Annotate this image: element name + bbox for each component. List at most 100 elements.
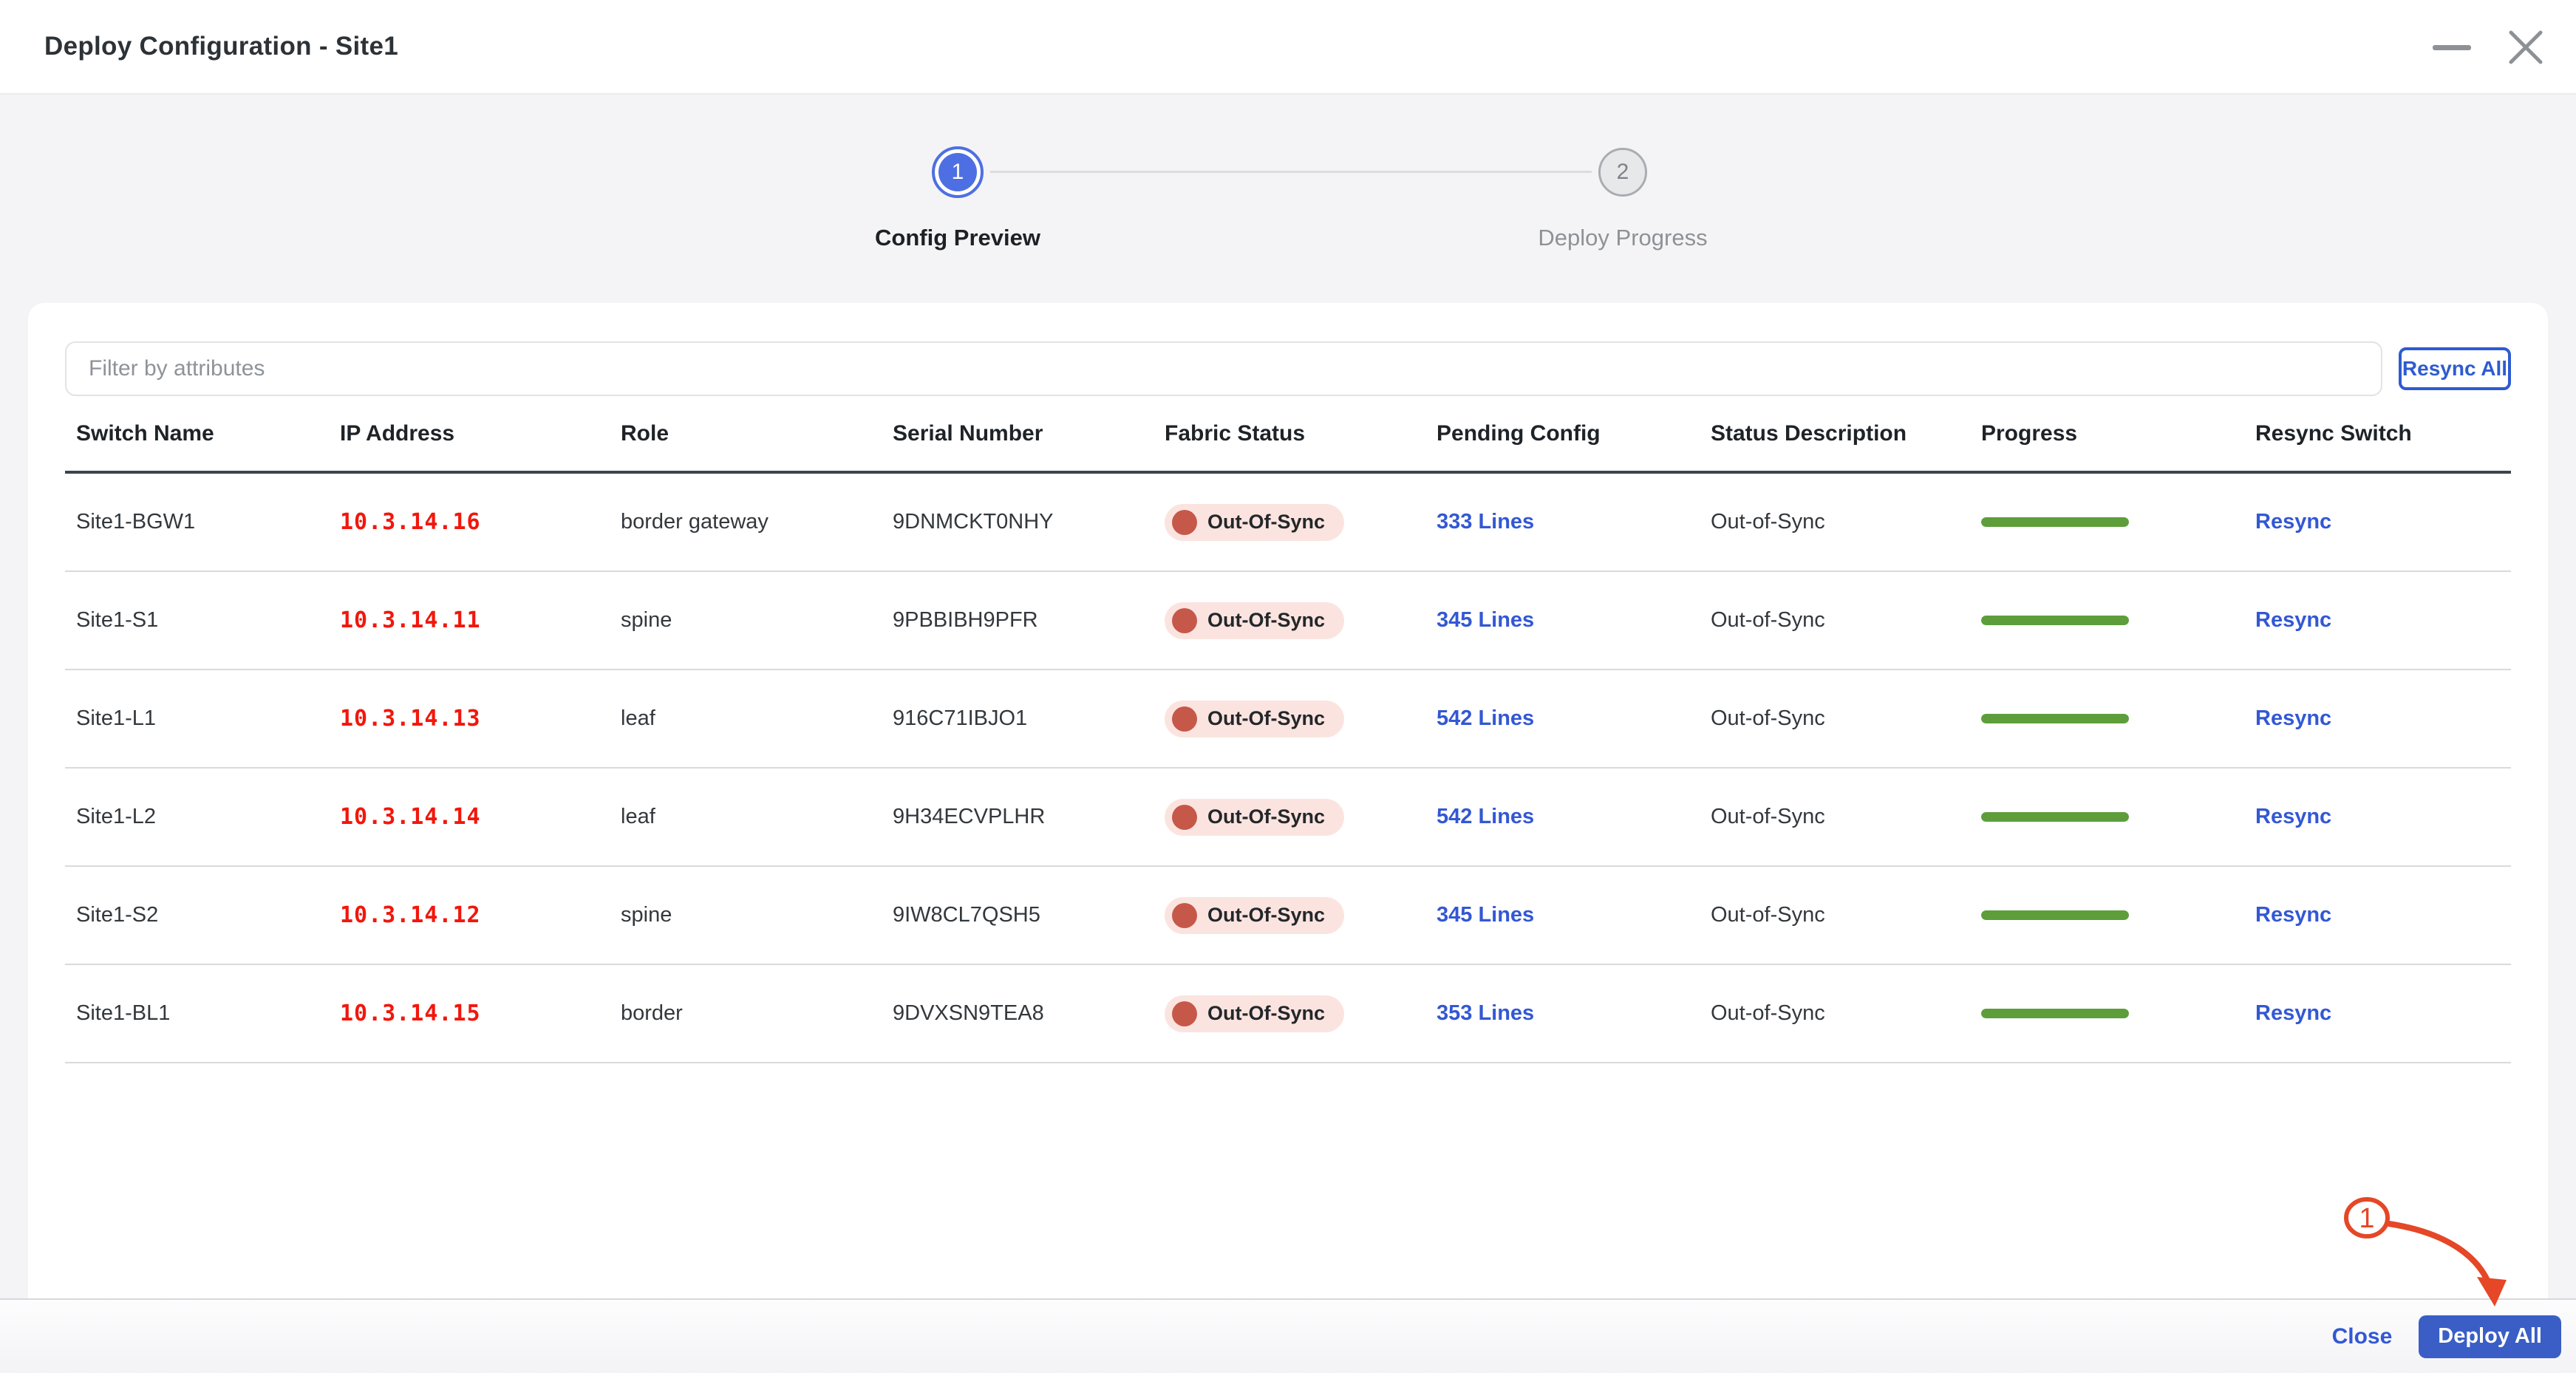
table-body: Site1-BGW1 10.3.14.16 border gateway 9DN… <box>65 474 2511 1063</box>
resync-link[interactable]: Resync <box>2255 510 2331 534</box>
fabric-status-cell: Out-Of-Sync <box>1165 897 1437 934</box>
role-cell: leaf <box>621 706 893 731</box>
table-row: Site1-S1 10.3.14.11 spine 9PBBIBH9PFR Ou… <box>65 572 2511 670</box>
resync-all-button[interactable]: Resync All <box>2399 347 2511 390</box>
status-description-cell: Out-of-Sync <box>1711 510 1981 534</box>
serial-number-cell: 916C71IBJO1 <box>893 706 1165 731</box>
resync-link[interactable]: Resync <box>2255 608 2331 632</box>
role-cell: spine <box>621 608 893 633</box>
progress-bar <box>1981 1009 2129 1018</box>
role-cell: leaf <box>621 805 893 829</box>
resync-cell: Resync <box>2255 706 2511 731</box>
ip-address-cell: 10.3.14.16 <box>340 509 621 535</box>
status-badge: Out-Of-Sync <box>1165 504 1344 541</box>
step-2-number: 2 <box>1598 148 1647 197</box>
config-preview-card: Resync All Switch NameIP AddressRoleSeri… <box>28 303 2548 1298</box>
column-header: Serial Number <box>893 421 1165 446</box>
step-2-label: Deploy Progress <box>1538 225 1707 251</box>
pending-config-link[interactable]: 542 Lines <box>1437 805 1534 828</box>
progress-bar-fill <box>1981 616 2129 625</box>
status-description-cell: Out-of-Sync <box>1711 706 1981 731</box>
progress-cell <box>1981 517 2255 527</box>
resync-link[interactable]: Resync <box>2255 805 2331 828</box>
status-badge: Out-Of-Sync <box>1165 799 1344 836</box>
resync-cell: Resync <box>2255 510 2511 534</box>
column-header: IP Address <box>340 421 621 446</box>
pending-config-cell: 542 Lines <box>1437 805 1711 829</box>
status-badge-label: Out-Of-Sync <box>1207 609 1325 632</box>
fabric-status-cell: Out-Of-Sync <box>1165 701 1437 737</box>
switch-name-cell: Site1-BL1 <box>76 1001 340 1026</box>
resync-link[interactable]: Resync <box>2255 903 2331 927</box>
serial-number-cell: 9PBBIBH9PFR <box>893 608 1165 633</box>
role-cell: spine <box>621 903 893 927</box>
resync-cell: Resync <box>2255 1001 2511 1026</box>
fabric-status-cell: Out-Of-Sync <box>1165 602 1437 639</box>
resync-cell: Resync <box>2255 608 2511 633</box>
dialog-title: Deploy Configuration - Site1 <box>44 32 398 61</box>
column-header: Switch Name <box>76 421 340 446</box>
pending-config-link[interactable]: 345 Lines <box>1437 903 1534 927</box>
progress-bar <box>1981 714 2129 723</box>
progress-bar <box>1981 616 2129 625</box>
pending-config-link[interactable]: 542 Lines <box>1437 706 1534 730</box>
status-badge: Out-Of-Sync <box>1165 701 1344 737</box>
resync-cell: Resync <box>2255 903 2511 927</box>
deploy-all-button[interactable]: Deploy All <box>2419 1315 2561 1358</box>
progress-cell <box>1981 910 2255 920</box>
resync-cell: Resync <box>2255 805 2511 829</box>
pending-config-cell: 345 Lines <box>1437 903 1711 927</box>
switch-name-cell: Site1-L2 <box>76 805 340 829</box>
step-deploy-progress[interactable]: 2 Deploy Progress <box>1401 146 1844 251</box>
progress-cell <box>1981 1009 2255 1018</box>
pending-config-link[interactable]: 353 Lines <box>1437 1001 1534 1025</box>
filter-input[interactable] <box>65 341 2382 396</box>
close-button[interactable] <box>2505 27 2546 68</box>
ip-address-cell: 10.3.14.13 <box>340 706 621 732</box>
minimize-icon <box>2433 45 2471 50</box>
progress-bar-fill <box>1981 812 2129 822</box>
status-description-cell: Out-of-Sync <box>1711 1001 1981 1026</box>
column-header: Fabric Status <box>1165 421 1437 446</box>
progress-cell <box>1981 616 2255 625</box>
resync-link[interactable]: Resync <box>2255 1001 2331 1025</box>
status-dot-icon <box>1172 903 1197 928</box>
step-1-circle: 1 <box>932 146 984 198</box>
serial-number-cell: 9H34ECVPLHR <box>893 805 1165 829</box>
progress-bar <box>1981 910 2129 920</box>
serial-number-cell: 9DNMCKT0NHY <box>893 510 1165 534</box>
table-row: Site1-L1 10.3.14.13 leaf 916C71IBJO1 Out… <box>65 670 2511 769</box>
status-badge-label: Out-Of-Sync <box>1207 511 1325 534</box>
progress-cell <box>1981 714 2255 723</box>
status-badge-label: Out-Of-Sync <box>1207 1002 1325 1025</box>
fabric-status-cell: Out-Of-Sync <box>1165 799 1437 836</box>
step-1-label: Config Preview <box>875 225 1040 251</box>
role-cell: border <box>621 1001 893 1026</box>
fabric-status-cell: Out-Of-Sync <box>1165 995 1437 1032</box>
switch-name-cell: Site1-L1 <box>76 706 340 731</box>
status-badge-label: Out-Of-Sync <box>1207 805 1325 828</box>
minimize-button[interactable] <box>2431 27 2473 68</box>
status-dot-icon <box>1172 510 1197 535</box>
pending-config-link[interactable]: 345 Lines <box>1437 608 1534 632</box>
status-dot-icon <box>1172 706 1197 732</box>
progress-bar <box>1981 517 2129 527</box>
status-badge-label: Out-Of-Sync <box>1207 904 1325 927</box>
window-controls <box>2431 0 2546 95</box>
pending-config-link[interactable]: 333 Lines <box>1437 510 1534 534</box>
progress-bar-fill <box>1981 1009 2129 1018</box>
ip-address-cell: 10.3.14.15 <box>340 1001 621 1026</box>
close-dialog-button[interactable]: Close <box>2332 1324 2393 1349</box>
resync-link[interactable]: Resync <box>2255 706 2331 730</box>
pending-config-cell: 353 Lines <box>1437 1001 1711 1026</box>
pending-config-cell: 333 Lines <box>1437 510 1711 534</box>
progress-bar <box>1981 812 2129 822</box>
table-row: Site1-L2 10.3.14.14 leaf 9H34ECVPLHR Out… <box>65 769 2511 867</box>
step-config-preview[interactable]: 1 Config Preview <box>736 146 1179 251</box>
status-badge: Out-Of-Sync <box>1165 602 1344 639</box>
close-icon <box>2507 28 2545 67</box>
progress-bar-fill <box>1981 517 2129 527</box>
table-row: Site1-BL1 10.3.14.15 border 9DVXSN9TEA8 … <box>65 965 2511 1063</box>
role-cell: border gateway <box>621 510 893 534</box>
serial-number-cell: 9IW8CL7QSH5 <box>893 903 1165 927</box>
